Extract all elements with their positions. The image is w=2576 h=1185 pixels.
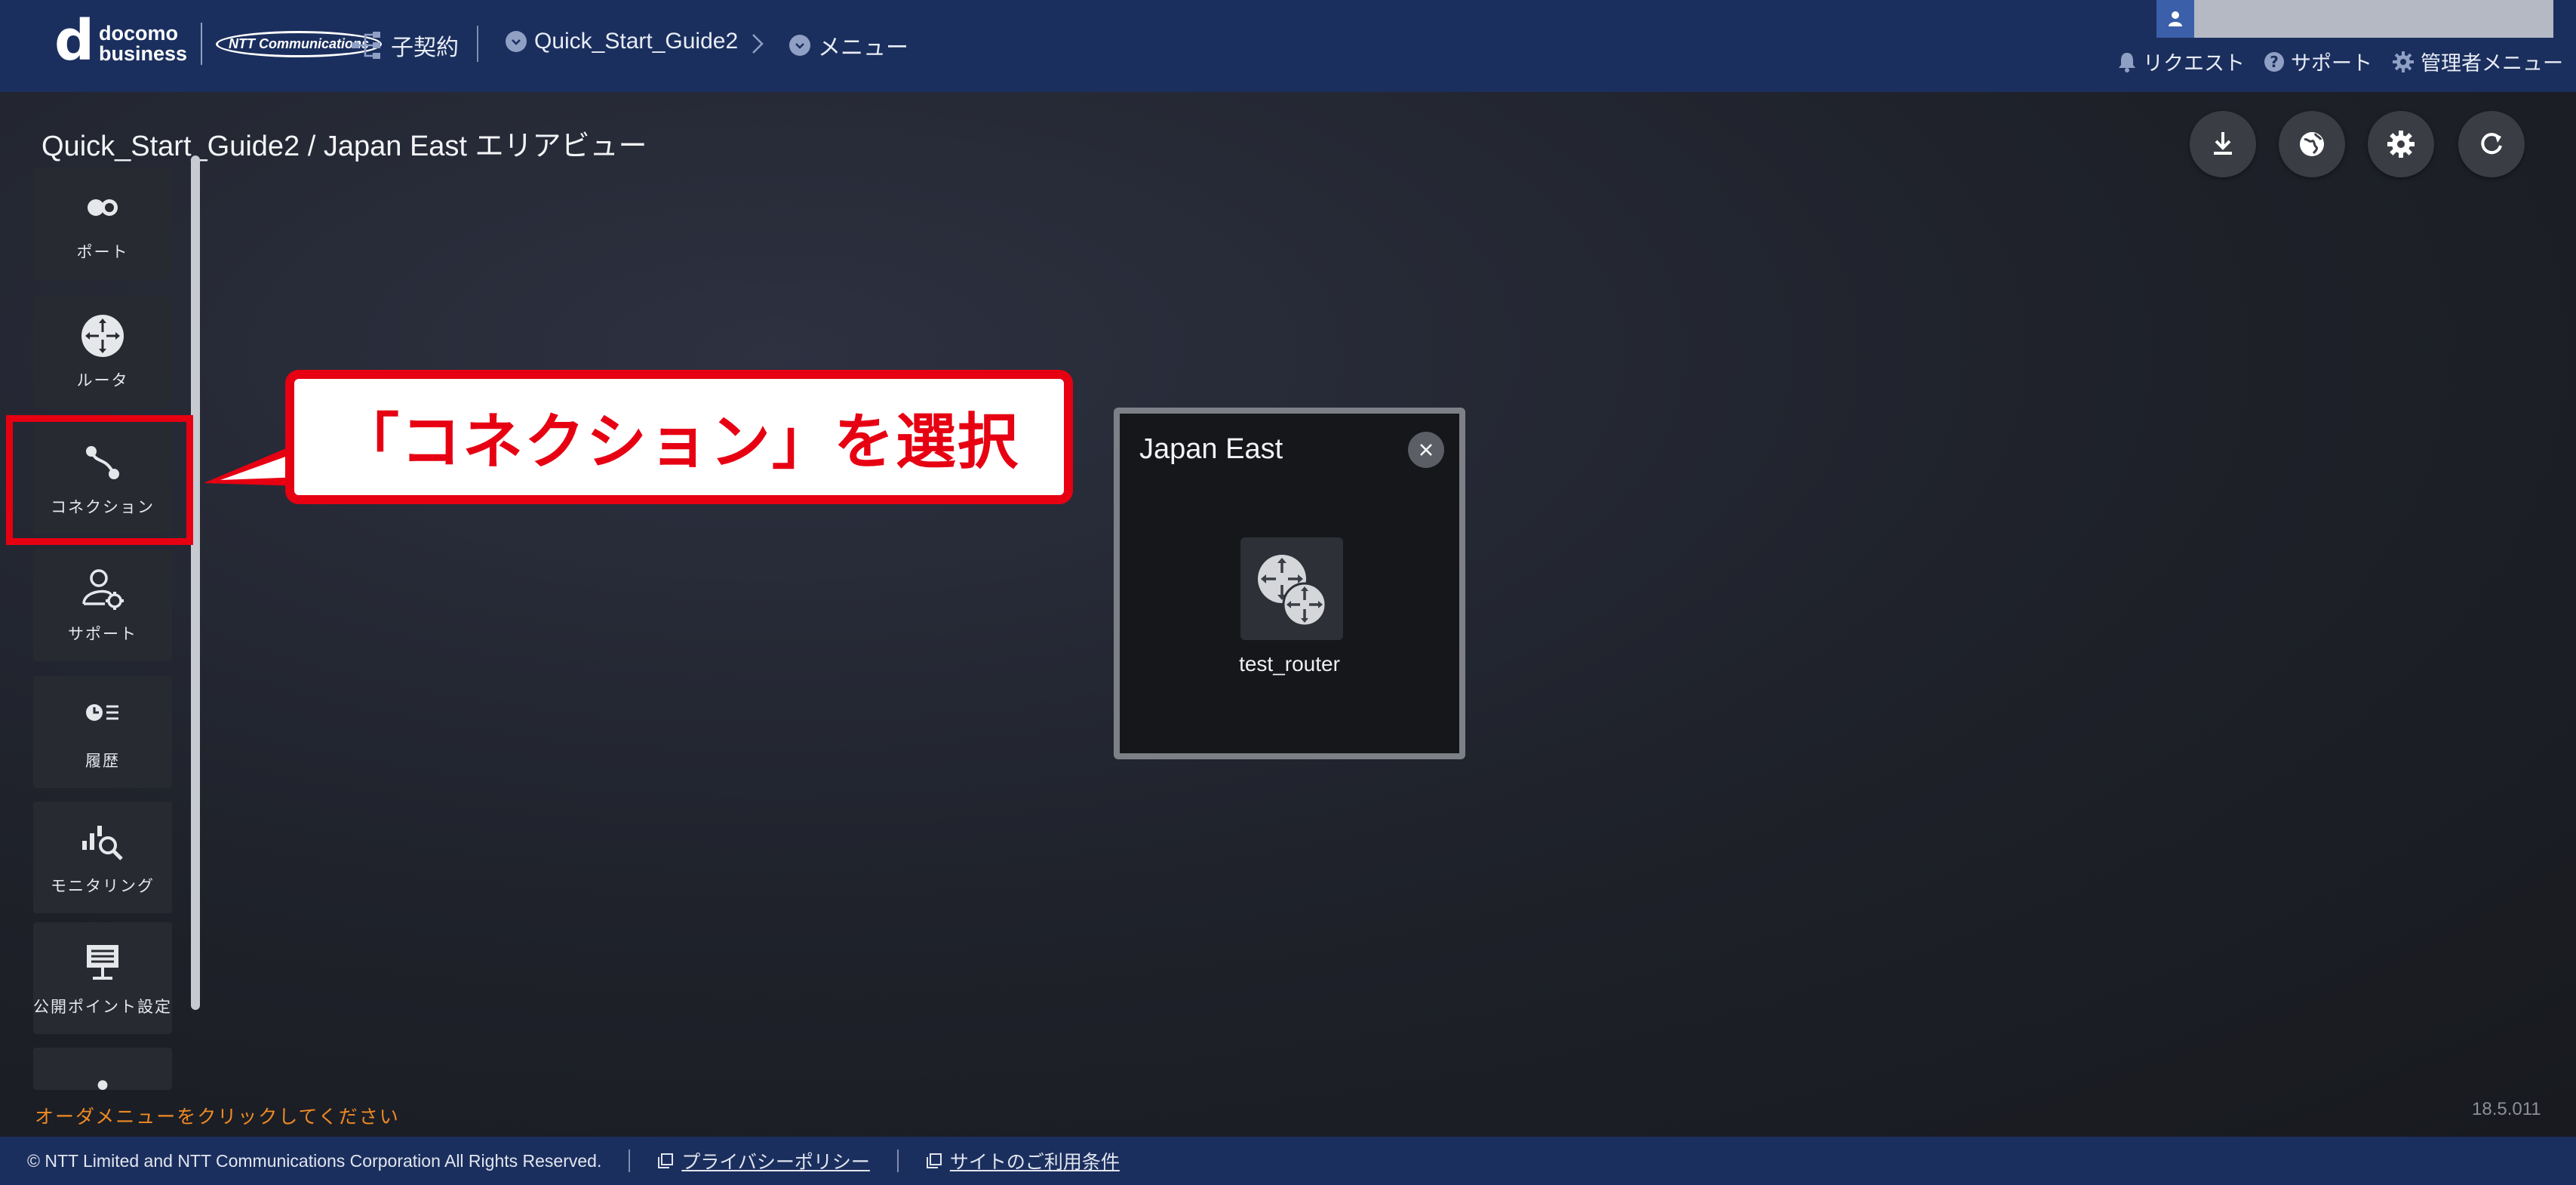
logo-d-mark: d <box>54 8 94 73</box>
area-title: Japan East <box>1139 433 1283 465</box>
sidebar-scrollbar[interactable] <box>191 155 200 1010</box>
privacy-policy-link[interactable]: プライバシーポリシー <box>657 1147 870 1174</box>
page-title: Quick_Start_Guide2 / Japan East エリアビュー <box>41 131 647 162</box>
version-label: 18.5.011 <box>2472 1099 2541 1119</box>
sidebar-item-label: モニタリング <box>51 878 155 895</box>
terms-label: サイトのご利用条件 <box>949 1152 1120 1173</box>
support-label: サポート <box>2291 52 2372 75</box>
sidebar-item-label: ポート <box>76 244 129 261</box>
sidebar-item-label: 公開ポイント設定 <box>33 999 172 1016</box>
breadcrumb-menu[interactable]: メニュー <box>789 29 908 62</box>
logo-divider <box>201 23 203 65</box>
breadcrumb-project[interactable]: Quick_Start_Guide2 <box>506 29 738 54</box>
privacy-policy-label: プライバシーポリシー <box>681 1152 870 1173</box>
chevron-down-icon <box>506 31 527 52</box>
sidebar-item-partial[interactable] <box>33 1048 172 1090</box>
copyright-text: © NTT Limited and NTT Communications Cor… <box>27 1150 602 1171</box>
header-divider <box>477 26 478 62</box>
sidebar-item-monitoring[interactable]: モニタリング <box>33 802 172 913</box>
globe-icon <box>2300 132 2324 156</box>
port-icon <box>88 199 118 216</box>
user-name-field <box>2194 0 2553 38</box>
cloud-icon <box>97 1080 108 1090</box>
instruction-callout: 「コネクション」を選択 <box>285 370 1073 504</box>
sidebar-item-label: 履歴 <box>85 753 120 770</box>
sidebar-item-history[interactable]: 履歴 <box>33 676 172 788</box>
router-icon <box>1258 555 1327 627</box>
footer-divider <box>896 1150 899 1172</box>
sidebar-item-label: サポート <box>68 626 137 643</box>
svg-text:?: ? <box>2270 53 2279 71</box>
router-icon <box>81 315 124 357</box>
request-label: リクエスト <box>2143 52 2245 75</box>
support-link[interactable]: ? サポート <box>2264 47 2372 76</box>
gear-icon <box>2387 131 2415 158</box>
close-button[interactable] <box>1408 432 1444 468</box>
terms-link[interactable]: サイトのご利用条件 <box>926 1147 1120 1174</box>
download-button[interactable] <box>2190 111 2256 177</box>
user-account[interactable] <box>2156 0 2553 38</box>
router-node[interactable] <box>1240 537 1343 640</box>
sub-contract-link[interactable]: 子契約 <box>350 29 459 62</box>
download-icon <box>2214 132 2232 155</box>
logo-line2: business <box>98 42 188 65</box>
sidebar-item-router[interactable]: ルータ <box>33 296 172 408</box>
settings-button[interactable] <box>2368 111 2434 177</box>
public-point-icon <box>87 945 118 980</box>
monitoring-icon <box>82 826 123 860</box>
docomo-business-logo[interactable]: d docomo business NTT Communications <box>54 13 383 69</box>
highlight-connection-box <box>6 415 193 545</box>
globe-button[interactable] <box>2279 111 2345 177</box>
external-link-icon <box>658 1153 674 1168</box>
router-name-label: test_router <box>1239 652 1340 676</box>
footer-divider <box>629 1150 631 1172</box>
hierarchy-icon <box>352 32 380 59</box>
bell-icon <box>2119 52 2135 72</box>
area-panel-japan-east[interactable]: Japan East test_router <box>1114 408 1465 759</box>
callout-text: 「コネクション」を選択 <box>339 407 1019 477</box>
refresh-button[interactable] <box>2458 111 2525 177</box>
breadcrumb-project-label: Quick_Start_Guide2 <box>534 29 739 54</box>
app-footer: © NTT Limited and NTT Communications Cor… <box>0 1137 2576 1185</box>
history-icon <box>86 704 118 721</box>
logo-wordmark: docomo business <box>99 23 187 64</box>
sidebar-item-port[interactable]: ポート <box>33 168 172 279</box>
admin-menu-label: 管理者メニュー <box>2421 52 2563 75</box>
chevron-down-icon <box>789 35 810 56</box>
help-icon: ? <box>2264 51 2284 72</box>
request-link[interactable]: リクエスト <box>2117 47 2245 76</box>
sub-contract-label: 子契約 <box>391 35 459 60</box>
sidebar-item-support[interactable]: サポート <box>33 549 172 661</box>
app-header: d docomo business NTT Communications 子契約… <box>0 0 2576 92</box>
gear-icon <box>2393 51 2414 72</box>
sidebar-item-public-point[interactable]: 公開ポイント設定 <box>33 922 172 1034</box>
sidebar-item-label: ルータ <box>76 372 129 389</box>
breadcrumb-separator-icon <box>752 34 764 54</box>
logo-line1: docomo <box>98 22 178 45</box>
refresh-icon <box>2481 133 2502 155</box>
order-hint-text: オーダメニューをクリックしてください <box>35 1107 400 1128</box>
admin-menu-link[interactable]: 管理者メニュー <box>2392 47 2563 76</box>
external-link-icon <box>926 1153 942 1168</box>
breadcrumb-menu-label: メニュー <box>818 35 908 60</box>
user-icon <box>2156 0 2194 38</box>
support-icon <box>82 569 124 610</box>
close-icon <box>1420 444 1432 456</box>
